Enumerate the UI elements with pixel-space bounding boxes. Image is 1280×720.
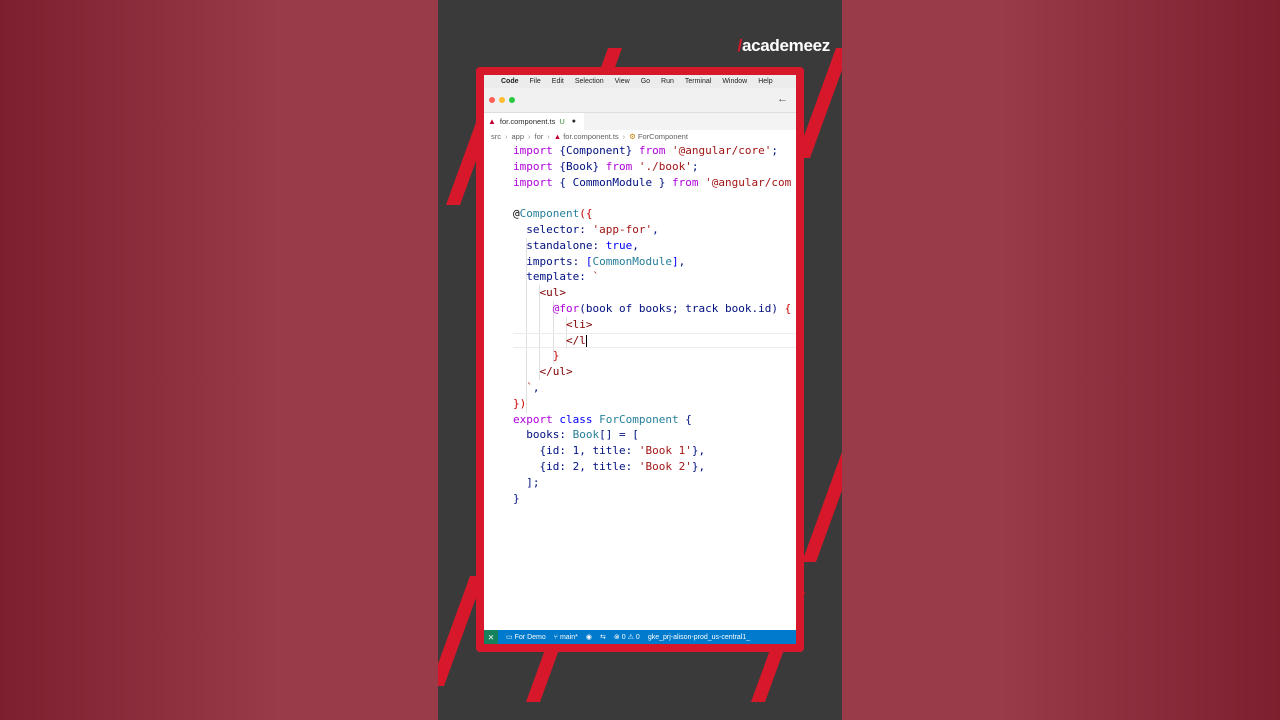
back-arrow-icon[interactable]: ← <box>777 93 788 105</box>
menu-run[interactable]: Run <box>661 78 674 85</box>
tab-untracked-status: U <box>559 117 565 126</box>
code-line: import { CommonModule } from '@angular/c… <box>513 175 792 189</box>
code-line: selector: 'app-for', <box>526 222 659 236</box>
code-line: } <box>513 491 520 505</box>
menu-file[interactable]: File <box>530 78 541 85</box>
folder-icon: ▭ <box>506 634 513 641</box>
code-line: import {Component} from '@angular/core'; <box>513 144 778 157</box>
minimize-window-icon[interactable] <box>499 97 505 103</box>
mac-menubar: Code File Edit Selection View Go Run Ter… <box>484 75 796 88</box>
code-line: template: ` <box>526 270 600 284</box>
code-line: {id: 1, title: 'Book 1'}, <box>513 444 706 458</box>
logo-text: academeez <box>741 36 830 55</box>
breadcrumb-item-app[interactable]: app <box>512 132 525 141</box>
angular-icon: ▲ <box>488 117 496 126</box>
decor-stripe <box>801 452 842 562</box>
status-ports[interactable]: ⇆ <box>600 633 606 641</box>
code-line: export class ForComponent { <box>513 412 692 426</box>
unsaved-dot-icon[interactable]: ● <box>572 118 576 125</box>
code-line: <ul> <box>539 286 567 300</box>
git-branch-icon: ⑂ <box>553 633 558 641</box>
code-line-current: </l <box>513 332 796 349</box>
status-problems[interactable]: ⊗ 0 ⚠ 0 <box>613 633 640 642</box>
breadcrumb-item-file[interactable]: for.component.ts <box>563 132 618 141</box>
ports-icon: ⇆ <box>599 634 606 641</box>
code-line: @for(book of books; track book.id) { <box>552 301 792 315</box>
error-icon: ⊗ <box>613 634 620 641</box>
menu-go[interactable]: Go <box>641 78 650 85</box>
code-line: </ul> <box>539 365 573 379</box>
branch-name: main* <box>559 633 578 641</box>
zoom-window-icon[interactable] <box>509 97 515 103</box>
breadcrumb-item-src[interactable]: src <box>491 132 501 141</box>
chevron-right-icon: › <box>505 132 508 141</box>
code-line: {id: 2, title: 'Book 2'}, <box>513 459 706 473</box>
menu-edit[interactable]: Edit <box>552 78 564 85</box>
red-frame: Code File Edit Selection View Go Run Ter… <box>476 67 804 652</box>
video-stage: /academeez Code File Edit Selection View… <box>438 0 842 720</box>
status-branch[interactable]: ⑂ main* <box>554 634 578 641</box>
academeez-logo: /academeez <box>738 36 831 56</box>
warning-count: 0 <box>635 633 640 641</box>
code-line: `, <box>526 380 540 394</box>
breadcrumb-item-for[interactable]: for <box>535 132 544 141</box>
menu-help[interactable]: Help <box>758 78 772 85</box>
vscode-window: Code File Edit Selection View Go Run Ter… <box>484 75 796 644</box>
status-project[interactable]: ▭ For Demo <box>506 633 546 642</box>
code-line: } <box>552 349 560 363</box>
code-line: }) <box>513 396 527 410</box>
menu-terminal[interactable]: Terminal <box>685 78 711 85</box>
error-count: 0 <box>621 633 626 641</box>
text-cursor <box>585 334 587 347</box>
code-line: standalone: true, <box>526 238 639 252</box>
menu-app-name[interactable]: Code <box>501 78 519 85</box>
tab-filename: for.component.ts <box>499 117 556 126</box>
breadcrumb: src › app › for › ▲ for.component.ts › ⚙… <box>484 130 796 143</box>
menu-selection[interactable]: Selection <box>575 78 604 85</box>
status-kube-cluster[interactable]: gke_prj-alison-prod_us-central1_ <box>648 634 750 641</box>
code-line: ]; <box>513 475 540 489</box>
project-name: For Demo <box>514 633 546 641</box>
code-line: <li> <box>565 317 593 331</box>
status-sync[interactable]: ◉ <box>586 633 592 641</box>
eye-icon: ◉ <box>585 634 592 641</box>
tab-for-component[interactable]: ▲ for.component.ts U ● <box>484 113 585 130</box>
window-titlebar: ← <box>484 88 796 113</box>
warning-icon: ⚠ <box>627 634 634 641</box>
chevron-right-icon: › <box>547 132 550 141</box>
chevron-right-icon: › <box>528 132 531 141</box>
chevron-right-icon: › <box>622 132 626 141</box>
class-symbol-icon: ⚙ <box>629 132 636 141</box>
code-line: imports: [CommonModule], <box>526 254 686 268</box>
breadcrumb-item-class[interactable]: ForComponent <box>638 132 688 141</box>
menu-window[interactable]: Window <box>722 78 747 85</box>
close-window-icon[interactable] <box>489 97 495 103</box>
menu-view[interactable]: View <box>615 78 630 85</box>
code-line: import {Book} from './book'; <box>513 159 699 173</box>
code-editor[interactable]: import {Component} from '@angular/core';… <box>484 143 796 623</box>
code-line: @Component({ <box>513 207 593 221</box>
angular-icon: ▲ <box>553 132 562 141</box>
status-bar: ⨯ ▭ For Demo ⑂ main* ◉ ⇆ ⊗ 0 ⚠ 0 gke_prj… <box>484 630 796 644</box>
editor-tabbar: ▲ for.component.ts U ● <box>484 113 796 130</box>
code-line: books: Book[] = [ <box>526 428 639 442</box>
remote-indicator-icon[interactable]: ⨯ <box>484 630 498 644</box>
